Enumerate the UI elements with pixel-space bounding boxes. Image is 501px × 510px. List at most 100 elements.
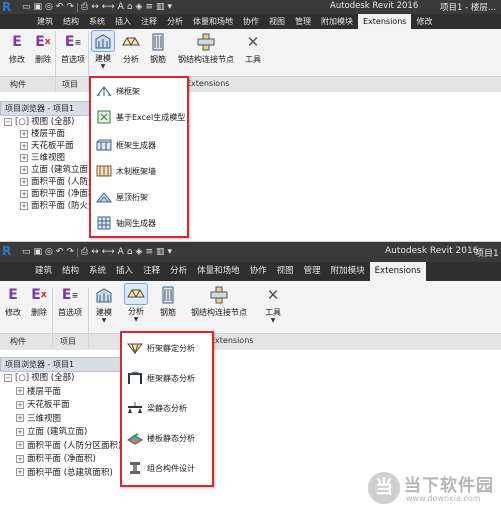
expand-icon[interactable]: + [20, 153, 28, 162]
preferences-button[interactable]: E ≡ 首选项 [55, 285, 85, 318]
menu-item-wood-frame-wall[interactable]: 木制框架墙 [91, 164, 187, 178]
expand-icon[interactable]: + [20, 129, 28, 138]
expand-icon[interactable]: + [16, 387, 24, 395]
expand-icon[interactable]: + [16, 441, 24, 449]
redo-icon[interactable]: ↷ [66, 2, 74, 12]
tab-annotate[interactable]: 注释 [138, 262, 165, 281]
modeling-button[interactable]: 建模 ▼ [91, 285, 117, 324]
undo-icon[interactable]: ↶ [56, 247, 64, 257]
tab-manage[interactable]: 管理 [299, 262, 326, 281]
menu-item-grid-generator[interactable]: 轴网生成器 [91, 216, 187, 230]
sync-icon[interactable]: ◎ [45, 2, 53, 12]
dimension-icon[interactable]: ⟷ [102, 247, 115, 257]
expand-icon[interactable]: + [20, 201, 28, 210]
measure-icon[interactable]: ↔ [91, 247, 99, 257]
tab-extensions[interactable]: Extensions [369, 262, 426, 281]
preferences-button[interactable]: E ≡ 首选项 [58, 32, 88, 65]
tab-modify[interactable]: 修改 [411, 14, 437, 29]
open-icon[interactable]: ▭ [22, 247, 31, 257]
tab-extensions[interactable]: Extensions [358, 14, 412, 29]
tab-manage[interactable]: 管理 [290, 14, 316, 29]
undo-icon[interactable]: ↶ [56, 2, 64, 12]
thin-lines-icon[interactable]: ≡ [145, 2, 153, 12]
section-icon[interactable]: ◈ [136, 247, 143, 257]
tab-systems[interactable]: 系统 [84, 14, 110, 29]
tab-view[interactable]: 视图 [272, 262, 299, 281]
rebar-button[interactable]: 钢筋 [146, 32, 170, 65]
collapse-icon[interactable]: − [4, 373, 12, 382]
open-icon[interactable]: ▭ [22, 2, 31, 12]
expand-icon[interactable]: + [16, 454, 24, 463]
tab-massing-site[interactable]: 体量和场地 [188, 14, 238, 29]
steel-connection-button[interactable]: 钢结构连接节点 [176, 32, 236, 65]
tab-architecture[interactable]: 建筑 [32, 14, 58, 29]
menu-item-beam-static-analysis[interactable]: 梁静态分析 [122, 401, 212, 415]
modeling-button[interactable]: 建模 ▼ [90, 30, 116, 70]
tag-icon[interactable]: A [118, 247, 124, 257]
tab-collaborate[interactable]: 协作 [245, 262, 272, 281]
frame-analysis-icon [127, 371, 143, 385]
save-icon[interactable]: ▣ [34, 2, 43, 12]
expand-icon[interactable]: + [20, 141, 28, 150]
modify-button[interactable]: E 修改 [0, 285, 26, 318]
dropdown-icon[interactable]: ▾ [168, 247, 173, 257]
expand-icon[interactable]: + [20, 177, 28, 186]
analysis-button[interactable]: 分析 [119, 32, 143, 65]
modify-button[interactable]: E 修改 [4, 32, 30, 65]
print-icon[interactable]: ⎙ [81, 247, 88, 257]
dimension-icon[interactable]: ⟷ [102, 2, 115, 12]
3d-view-icon[interactable]: ⌂ [127, 247, 133, 257]
tab-analyze[interactable]: 分析 [165, 262, 192, 281]
3d-view-icon[interactable]: ⌂ [127, 2, 133, 12]
tools-button[interactable]: ✕ 工具 [241, 32, 265, 65]
menu-item-excel-model[interactable]: 基于Excel生成模型 [91, 110, 187, 124]
menu-item-frame-static-analysis[interactable]: 框架静态分析 [122, 371, 212, 385]
collapse-icon[interactable]: − [4, 117, 12, 126]
delete-button[interactable]: Ex 删除 [30, 32, 56, 65]
tab-insert[interactable]: 插入 [111, 262, 138, 281]
roof-truss-icon [96, 190, 112, 204]
menu-item-roof-truss[interactable]: 屋顶桁架 [91, 190, 187, 204]
expand-icon[interactable]: + [16, 427, 24, 436]
analysis-button[interactable]: 分析 ▼ [121, 283, 151, 323]
tab-annotate[interactable]: 注释 [136, 14, 162, 29]
tab-architecture[interactable]: 建筑 [30, 262, 57, 281]
print-icon[interactable]: ⎙ [81, 2, 88, 12]
tab-structure[interactable]: 结构 [57, 262, 84, 281]
section-icon[interactable]: ◈ [136, 2, 143, 12]
measure-icon[interactable]: ↔ [91, 2, 99, 12]
rebar-button[interactable]: 钢筋 [156, 285, 180, 318]
menu-item-truss-static-analysis[interactable]: 桁架静定分析 [122, 341, 212, 355]
expand-icon[interactable]: + [20, 189, 28, 198]
tab-add-ins[interactable]: 附加模块 [326, 262, 370, 281]
tab-collaborate[interactable]: 协作 [238, 14, 264, 29]
revit-logo[interactable]: R [2, 1, 18, 15]
switch-windows-icon[interactable]: ▥ [156, 2, 165, 12]
expand-icon[interactable]: + [16, 400, 24, 409]
tab-add-ins[interactable]: 附加模块 [316, 14, 358, 29]
switch-windows-icon[interactable]: ▥ [156, 247, 165, 257]
revit-logo[interactable]: R [2, 245, 18, 259]
tab-structure[interactable]: 结构 [58, 14, 84, 29]
delete-button[interactable]: Ex 删除 [26, 285, 52, 318]
menu-item-ladder-frame[interactable]: 梯框架 [91, 84, 187, 98]
tag-icon[interactable]: A [118, 2, 124, 12]
steel-connection-button[interactable]: 钢结构连接节点 [186, 285, 252, 318]
expand-icon[interactable]: + [16, 414, 24, 422]
thin-lines-icon[interactable]: ≡ [145, 247, 153, 257]
redo-icon[interactable]: ↷ [66, 247, 74, 257]
menu-item-frame-generator[interactable]: 框架生成器 [91, 138, 187, 152]
tab-insert[interactable]: 插入 [110, 14, 136, 29]
tab-systems[interactable]: 系统 [84, 262, 111, 281]
tab-analyze[interactable]: 分析 [162, 14, 188, 29]
tools-button[interactable]: ✕ 工具 ▼ [261, 285, 285, 324]
expand-icon[interactable]: + [16, 468, 24, 476]
menu-item-composite-member-design[interactable]: 组合构件设计 [122, 461, 212, 475]
save-icon[interactable]: ▣ [34, 247, 43, 257]
dropdown-icon[interactable]: ▾ [168, 2, 173, 12]
sync-icon[interactable]: ◎ [45, 247, 53, 257]
tab-view[interactable]: 视图 [264, 14, 290, 29]
menu-item-slab-static-analysis[interactable]: 楼板静态分析 [122, 431, 212, 445]
tab-massing-site[interactable]: 体量和场地 [192, 262, 245, 281]
expand-icon[interactable]: + [20, 165, 28, 174]
